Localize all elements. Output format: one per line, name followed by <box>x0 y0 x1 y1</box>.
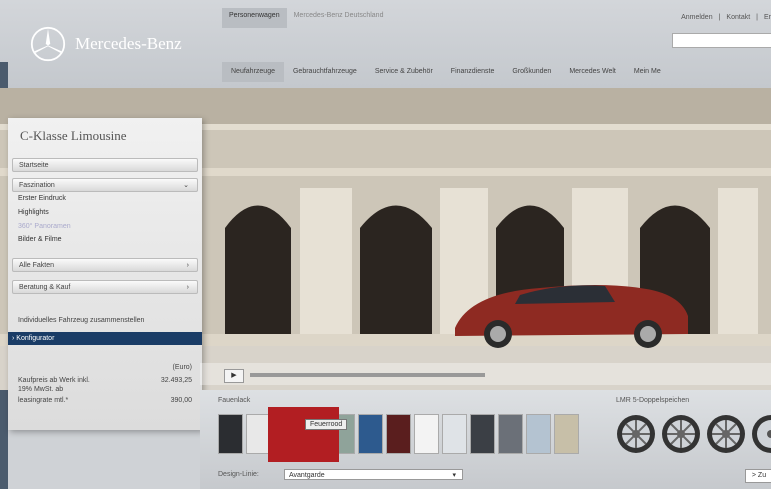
paint-swatch[interactable] <box>386 414 411 454</box>
model-navigation-panel: C-Klasse Limousine Startseite Faszinatio… <box>8 118 202 430</box>
faszination-label: Faszination <box>19 182 55 189</box>
brand-name: Mercedes-Benz <box>75 34 182 53</box>
startseite-button[interactable]: Startseite <box>12 158 198 172</box>
konfigurator-link[interactable]: › Konfigurator <box>8 332 202 345</box>
leasing-label: leasingrate mtl.* <box>18 397 69 404</box>
startseite-label: Startseite <box>19 162 49 169</box>
next-button[interactable]: > Zu <box>745 469 771 483</box>
nav-grosskunden[interactable]: Großkunden <box>503 62 560 82</box>
tab-mercedes-deutschland[interactable]: Mercedes-Benz Deutschland <box>287 8 391 28</box>
nav-neufahrzeuge[interactable]: Neufahrzeuge <box>222 62 284 82</box>
paint-tooltip: Feuerrood <box>305 419 348 430</box>
separator: | <box>756 14 758 21</box>
nav-mercedes-welt[interactable]: Mercedes Welt <box>560 62 625 82</box>
wheel-icon[interactable] <box>706 414 746 454</box>
alle-fakten-label: Alle Fakten <box>19 262 55 269</box>
paint-swatch[interactable] <box>526 414 551 454</box>
price-label-line2: 19% MwSt. ab <box>18 386 64 393</box>
price-label-line1: Kaufpreis ab Werk inkl. <box>18 377 90 384</box>
header-bar: Mercedes-Benz Personenwagen Mercedes-Ben… <box>0 0 771 88</box>
configurator-strip: Fauenlack Feuerrood LMR 5-Doppelspeichen… <box>200 390 771 489</box>
design-line-select[interactable]: Avantgarde ▾ <box>284 469 463 480</box>
sub-highlights[interactable]: Highlights <box>18 209 49 216</box>
sub-erster-eindruck[interactable]: Erster Eindruck <box>18 195 66 202</box>
chevron-right-icon: › <box>186 284 189 291</box>
leasing-value: 390,00 <box>170 397 192 404</box>
paint-swatch[interactable] <box>358 414 383 454</box>
beratung-kauf-label: Beratung & Kauf <box>19 284 71 291</box>
search-input[interactable] <box>672 33 771 48</box>
player-controls: ▶ <box>200 363 771 385</box>
brand-logo[interactable]: Mercedes-Benz <box>30 26 182 62</box>
beratung-kauf-button[interactable]: Beratung & Kauf › <box>12 280 198 294</box>
separator: | <box>718 14 721 21</box>
chevron-down-icon: ⌄ <box>183 182 189 189</box>
paint-swatch[interactable] <box>498 414 523 454</box>
nav-mein-mercedes[interactable]: Mein Me <box>625 62 670 82</box>
individuelles-fahrzeug-link[interactable]: Individuelles Fahrzeug zusammenstellen <box>18 317 144 324</box>
paint-label: Fauenlack <box>218 397 251 404</box>
paint-swatch[interactable] <box>218 414 243 454</box>
sub-bilder-filme[interactable]: Bilder & Filme <box>18 236 62 243</box>
dropdown-arrow-icon: ▾ <box>452 472 456 479</box>
nav-service-zubehoer[interactable]: Service & Zubehör <box>366 62 442 82</box>
paint-swatch[interactable] <box>414 414 439 454</box>
rim-options <box>616 414 771 454</box>
paint-swatch[interactable] <box>442 414 467 454</box>
price-value: 32.493,25 <box>160 377 192 384</box>
more-link[interactable]: Er <box>764 14 771 21</box>
sub-360-panoramen[interactable]: 360° Panoramen <box>18 223 71 230</box>
wheel-icon[interactable] <box>661 414 701 454</box>
faszination-button[interactable]: Faszination ⌄ <box>12 178 198 192</box>
selected-paint-swatch[interactable] <box>268 407 339 462</box>
mercedes-star-icon <box>30 26 66 62</box>
nav-gebrauchtfahrzeuge[interactable]: Gebrauchtfahrzeuge <box>284 62 366 82</box>
rims-label: LMR 5-Doppelspeichen <box>616 397 690 404</box>
model-title: C-Klasse Limousine <box>20 128 127 143</box>
play-button[interactable]: ▶ <box>224 369 244 383</box>
contact-link[interactable]: Kontakt <box>726 14 750 21</box>
design-line-label: Design-Linie: <box>218 471 259 478</box>
wheel-icon[interactable] <box>751 414 771 454</box>
wheel-icon[interactable] <box>616 414 656 454</box>
price-currency: (Euro) <box>172 364 192 371</box>
nav-finanzdienste[interactable]: Finanzdienste <box>442 62 504 82</box>
progress-track[interactable] <box>250 373 485 377</box>
chevron-right-icon: › <box>186 262 189 269</box>
alle-fakten-button[interactable]: Alle Fakten › <box>12 258 198 272</box>
login-link[interactable]: Anmelden <box>681 14 713 21</box>
tab-personenwagen[interactable]: Personenwagen <box>222 8 287 28</box>
design-line-value: Avantgarde <box>289 472 325 479</box>
paint-swatch[interactable] <box>470 414 495 454</box>
paint-swatch[interactable] <box>554 414 579 454</box>
